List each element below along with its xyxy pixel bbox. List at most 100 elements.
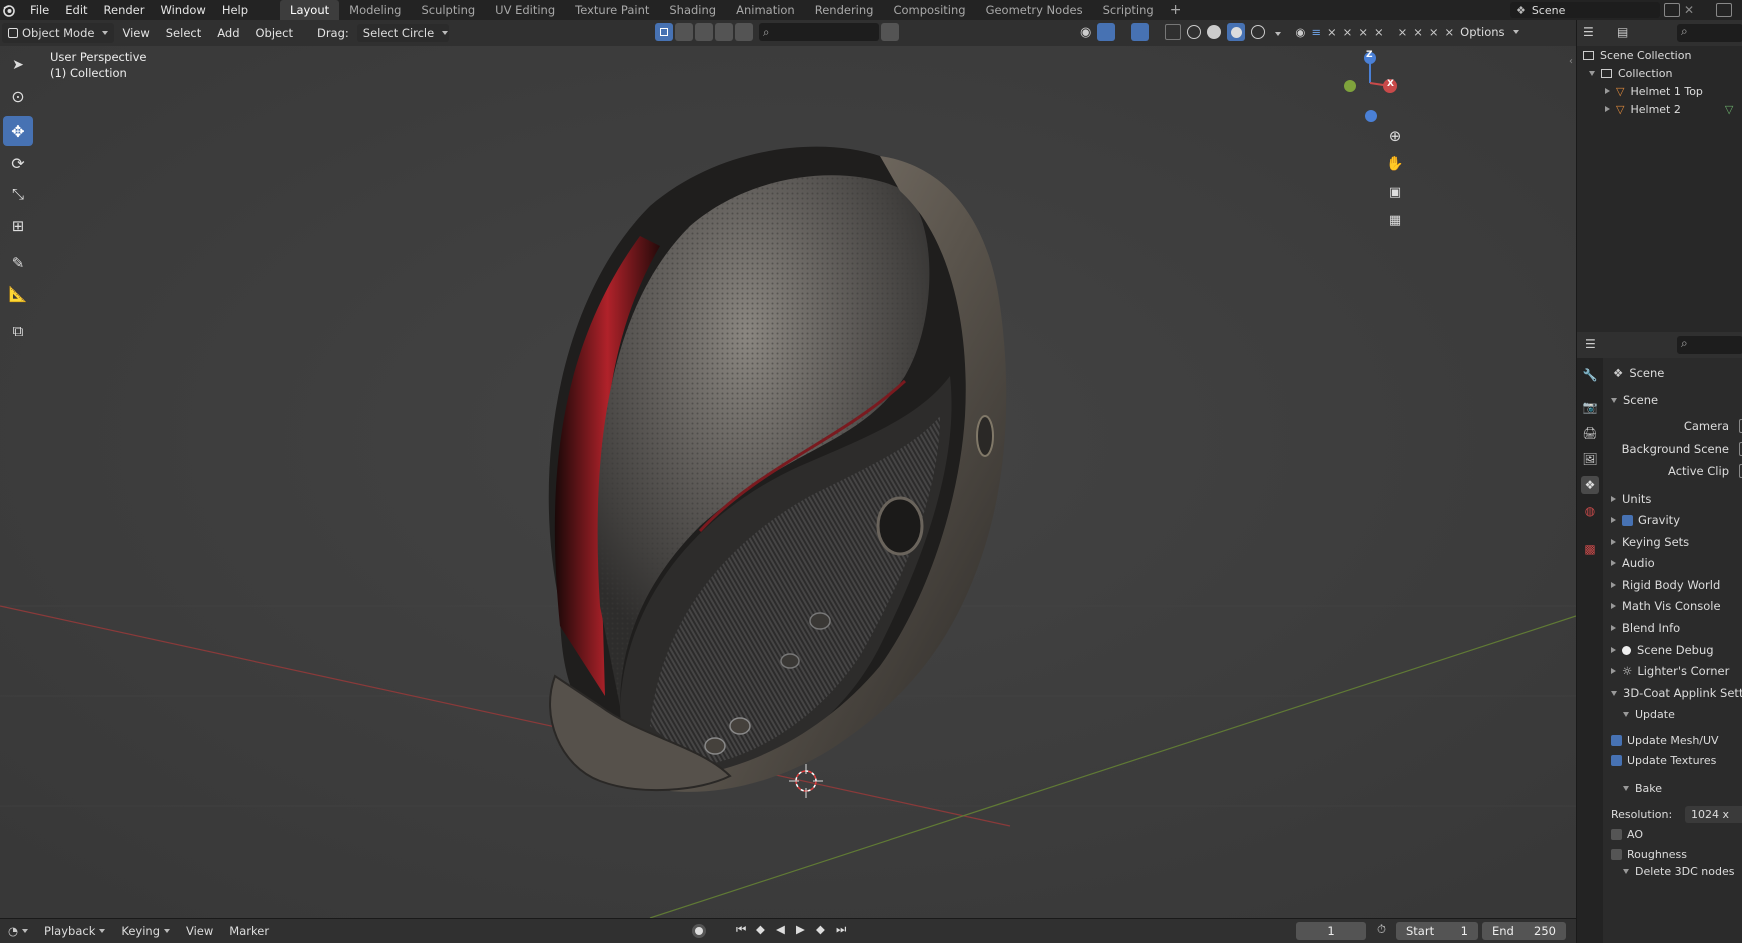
field-background-scene[interactable]: Background Scene [1603, 438, 1742, 460]
panel-math-vis[interactable]: Math Vis Console [1603, 595, 1742, 617]
tab-rendering[interactable]: Rendering [805, 0, 884, 20]
restrict-x7-icon[interactable]: ⨯ [1429, 25, 1439, 39]
menu-object[interactable]: Object [248, 23, 301, 43]
delete-scene-icon[interactable]: ✕ [1684, 3, 1694, 17]
restrict-x3-icon[interactable]: ⨯ [1358, 25, 1368, 39]
tab-shading[interactable]: Shading [659, 0, 726, 20]
playback-menu[interactable]: Playback [36, 924, 113, 938]
marker-menu[interactable]: Marker [221, 924, 277, 938]
tab-uv-editing[interactable]: UV Editing [485, 0, 565, 20]
add-cube-tool-icon[interactable]: ⧉ [3, 316, 33, 346]
rendered-shading-icon[interactable] [1251, 25, 1266, 39]
subpanel-update[interactable]: Update [1603, 703, 1742, 725]
cursor-tool-icon[interactable]: ⊙ [3, 81, 33, 111]
panel-gravity[interactable]: Gravity [1603, 509, 1742, 531]
camera-view-icon[interactable]: ▣ [1383, 180, 1407, 204]
subpanel-bake[interactable]: Bake [1603, 777, 1742, 799]
measure-tool-icon[interactable]: 📐 [3, 279, 33, 309]
ao-checkbox-row[interactable]: AO [1603, 823, 1742, 845]
timeline-view-menu[interactable]: View [178, 924, 221, 938]
restrict-x5-icon[interactable]: ⨯ [1398, 25, 1408, 39]
tab-layout[interactable]: Layout [280, 0, 340, 20]
drag-select-dropdown[interactable]: Select Circle [356, 24, 449, 42]
field-camera[interactable]: Camera [1603, 415, 1742, 437]
next-keyframe-icon[interactable]: ◆ [816, 922, 825, 936]
scale-tool-icon[interactable]: ⤡ [3, 179, 33, 209]
output-tab-icon[interactable]: 🖨 [1581, 424, 1599, 442]
wireframe-shading-icon[interactable] [1187, 25, 1202, 39]
move-tool-icon[interactable]: ✥ [3, 116, 33, 146]
update-textures-checkbox-row[interactable]: Update Textures [1603, 749, 1742, 771]
menu-render[interactable]: Render [96, 0, 153, 20]
roughness-checkbox[interactable] [1611, 848, 1622, 860]
panel-scene[interactable]: Scene [1603, 389, 1742, 411]
panel-3dcoat-applink[interactable]: 3D-Coat Applink Sett [1603, 682, 1742, 704]
overlay-toggle-icon[interactable] [1131, 23, 1150, 41]
play-icon[interactable]: ▶ [796, 922, 805, 936]
xray-toggle-icon[interactable] [1165, 24, 1182, 40]
menu-view[interactable]: View [114, 23, 157, 43]
resolution-dropdown[interactable]: 1024 x [1685, 805, 1742, 823]
header-search-field[interactable]: ⌕ [759, 23, 879, 41]
keying-menu[interactable]: Keying [113, 924, 178, 938]
props-editor-type-icon[interactable]: ☰ [1585, 337, 1596, 351]
solid-shading-icon[interactable] [1207, 25, 1222, 39]
scene-selector[interactable]: ❖ Scene [1509, 2, 1660, 18]
record-button[interactable] [692, 924, 706, 938]
tab-sculpting[interactable]: Sculpting [411, 0, 485, 20]
outliner-search-icon[interactable]: ⌕ [1677, 24, 1742, 42]
props-search-field[interactable]: ⌕ [1677, 336, 1742, 354]
tab-texture-paint[interactable]: Texture Paint [565, 0, 659, 20]
visibility-icon[interactable]: ◉ [1080, 25, 1091, 40]
tab-modeling[interactable]: Modeling [339, 0, 411, 20]
start-frame-field[interactable]: Start 1 [1396, 922, 1478, 940]
select-tool-icon[interactable]: ➤ [3, 50, 33, 80]
menu-edit[interactable]: Edit [57, 0, 95, 20]
shading-options-icon[interactable] [1271, 25, 1282, 39]
outliner-collection[interactable]: Collection [1577, 64, 1742, 82]
panel-units[interactable]: Units [1603, 488, 1742, 510]
editor-type-icon[interactable]: ☰ [1583, 25, 1594, 39]
update-textures-checkbox[interactable] [1611, 754, 1622, 766]
restrict-x4-icon[interactable]: ⨯ [1374, 25, 1384, 39]
select-new-icon[interactable] [655, 23, 673, 41]
update-mesh-checkbox-row[interactable]: Update Mesh/UV [1603, 729, 1742, 751]
tool-tab-icon[interactable]: 🔧 [1581, 366, 1599, 384]
view-layer-icon[interactable] [1716, 3, 1732, 17]
menu-window[interactable]: Window [152, 0, 213, 20]
annotate-tool-icon[interactable]: ✎ [3, 248, 33, 278]
field-active-clip[interactable]: Active Clip [1603, 460, 1742, 482]
render-tab-icon[interactable]: 📷 [1581, 398, 1599, 416]
texture-tab-icon[interactable]: ▩ [1581, 540, 1599, 558]
3d-viewport[interactable]: User Perspective (1) Collection Z X ⊕ ✋ … [0, 46, 1576, 918]
gravity-checkbox[interactable] [1622, 514, 1633, 526]
select-intersect-icon[interactable] [735, 23, 753, 41]
panel-blend-info[interactable]: Blend Info [1603, 617, 1742, 639]
pan-hand-icon[interactable]: ✋ [1383, 152, 1407, 176]
play-reverse-icon[interactable]: ◀ [776, 922, 785, 936]
end-frame-field[interactable]: End 250 [1482, 922, 1566, 940]
new-scene-icon[interactable] [1663, 3, 1680, 17]
outliner-object-row[interactable]: ▽ Helmet 1 Top [1577, 82, 1742, 100]
outliner-collapse-icon[interactable]: ‹ [1569, 56, 1573, 67]
zoom-icon[interactable]: ⊕ [1383, 124, 1407, 148]
mode-selector[interactable]: Object Mode [2, 23, 115, 43]
ortho-grid-icon[interactable]: ▦ [1383, 208, 1407, 232]
restrict-x8-icon[interactable]: ⨯ [1445, 25, 1455, 39]
panel-keying-sets[interactable]: Keying Sets [1603, 531, 1742, 553]
menu-select[interactable]: Select [158, 23, 209, 43]
panel-rigid-body-world[interactable]: Rigid Body World [1603, 574, 1742, 596]
add-workspace-button[interactable]: + [1164, 0, 1188, 20]
display-mode-icon[interactable]: ▤ [1617, 25, 1628, 39]
tab-geometry-nodes[interactable]: Geometry Nodes [976, 0, 1093, 20]
jump-end-icon[interactable]: ⏭ [836, 922, 846, 937]
restrict-x6-icon[interactable]: ⨯ [1413, 25, 1423, 39]
tab-scripting[interactable]: Scripting [1093, 0, 1164, 20]
scene-tab-icon[interactable]: ❖ [1581, 476, 1599, 494]
update-mesh-checkbox[interactable] [1611, 734, 1622, 746]
rotate-tool-icon[interactable]: ⟳ [3, 148, 33, 178]
prev-keyframe-icon[interactable]: ◆ [756, 922, 765, 936]
world-tab-icon[interactable]: ◍ [1581, 502, 1599, 520]
menu-help[interactable]: Help [214, 0, 256, 20]
current-frame-field[interactable]: 1 [1296, 922, 1366, 940]
